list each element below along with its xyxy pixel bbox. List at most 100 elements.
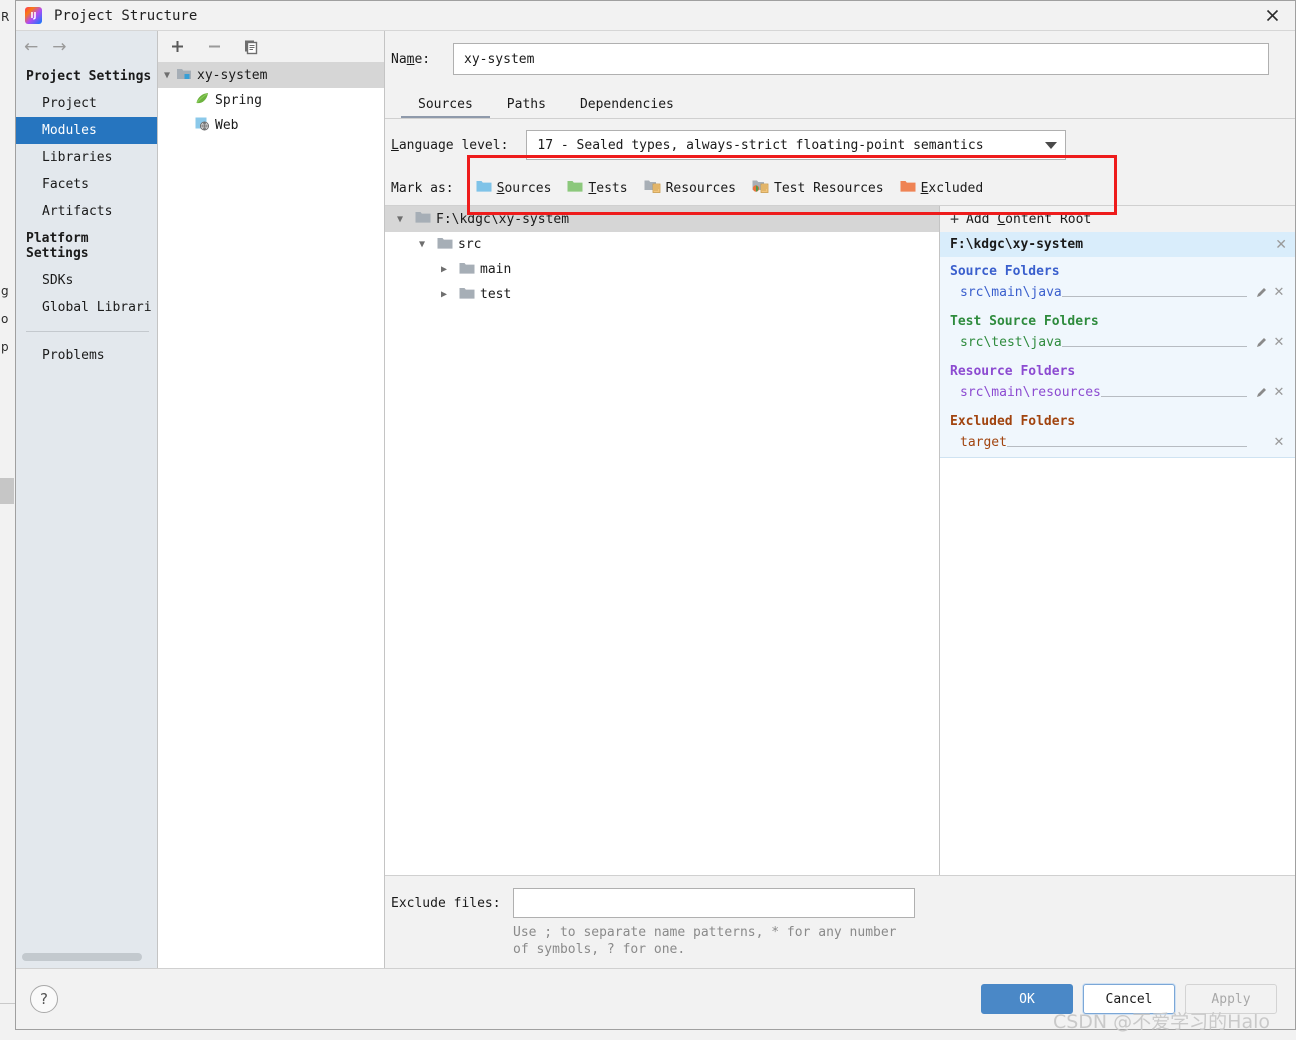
chevron-right-icon[interactable]: ▶: [435, 289, 453, 300]
root-section-source-folders: Source Folders src\main\java ✕: [940, 257, 1295, 307]
backdrop-letter: R: [1, 10, 10, 24]
source-tree-label: src: [458, 237, 482, 252]
chevron-down-icon[interactable]: ▼: [413, 239, 431, 250]
source-tree-label: main: [480, 262, 512, 277]
folder-icon: [437, 236, 453, 254]
mark-as-tests-label: Tests: [588, 180, 628, 196]
footer-button-group: OK Cancel Apply: [981, 984, 1277, 1014]
module-tree-row-web[interactable]: Web: [158, 113, 384, 138]
mark-as-test-resources-button[interactable]: Test Resources: [752, 179, 884, 197]
ide-vertical-scrollbar[interactable]: [0, 478, 14, 504]
entry-rule: [1100, 395, 1247, 397]
plus-icon: +: [950, 209, 960, 228]
entry-rule: [1061, 295, 1247, 297]
tabs-underline: [385, 118, 1295, 119]
source-tree-row-main[interactable]: ▶ main: [385, 257, 939, 282]
root-entry-path: src\main\java: [960, 284, 1062, 300]
source-tree-root-label: F:\kdgc\xy-system: [436, 211, 570, 227]
mark-as-excluded-button[interactable]: Excluded: [900, 179, 983, 197]
dialog-titlebar: Project Structure: [16, 1, 1295, 31]
arrow-left-icon[interactable]: ←: [24, 38, 38, 56]
source-tree-row-src[interactable]: ▼ src: [385, 232, 939, 257]
chevron-down-icon[interactable]: ▼: [158, 70, 176, 81]
sidebar-horizontal-scrollbar[interactable]: [22, 953, 142, 961]
root-entry: src\test\java ✕: [940, 331, 1295, 353]
backdrop-letter: o: [1, 312, 9, 326]
source-tree-row-test[interactable]: ▶ test: [385, 282, 939, 307]
pencil-icon[interactable]: [1253, 286, 1269, 299]
sidebar-item-modules[interactable]: Modules: [16, 117, 157, 144]
content-roots-pane: + Add Content Root F:\kdgc\xy-system ✕ S…: [940, 206, 1295, 875]
remove-content-root-icon[interactable]: ✕: [1275, 238, 1287, 252]
folder-icon: [459, 261, 475, 279]
ok-button[interactable]: OK: [981, 984, 1073, 1014]
remove-entry-icon[interactable]: ✕: [1271, 335, 1287, 350]
chevron-right-icon[interactable]: ▶: [435, 264, 453, 275]
cancel-button[interactable]: Cancel: [1083, 984, 1175, 1014]
root-section-test-source-folders: Test Source Folders src\test\java ✕: [940, 307, 1295, 357]
root-entry: src\main\java ✕: [940, 281, 1295, 303]
folder-icon: [459, 286, 475, 304]
sidebar-item-facets[interactable]: Facets: [16, 171, 157, 198]
language-level-value: 17 - Sealed types, always-strict floatin…: [537, 137, 984, 153]
content-root-header[interactable]: F:\kdgc\xy-system ✕: [940, 232, 1295, 257]
exclude-files-label: Exclude files:: [391, 895, 501, 911]
question-mark-icon[interactable]: ?: [30, 985, 58, 1013]
entry-rule: [1061, 345, 1247, 347]
module-tree-row-xy-system[interactable]: ▼ xy-system: [158, 63, 384, 88]
folder-resources-icon: [644, 179, 661, 197]
add-content-root-label: Add Content Root: [966, 211, 1092, 227]
tab-sources[interactable]: Sources: [401, 97, 490, 119]
root-section-title: Excluded Folders: [950, 414, 1076, 429]
plus-icon[interactable]: [167, 37, 187, 57]
mark-as-tests-button[interactable]: Tests: [567, 179, 628, 197]
sidebar-item-artifacts[interactable]: Artifacts: [16, 198, 157, 225]
sidebar-item-project[interactable]: Project: [16, 90, 157, 117]
pencil-icon[interactable]: [1253, 336, 1269, 349]
arrow-right-icon[interactable]: →: [52, 38, 66, 56]
sidebar-group-project-settings: Project Settings: [26, 69, 152, 84]
module-name-input[interactable]: xy-system: [453, 43, 1269, 75]
remove-entry-icon[interactable]: ✕: [1271, 285, 1287, 300]
copy-icon[interactable]: [241, 37, 261, 57]
folder-excluded-icon: [900, 179, 916, 197]
settings-sidebar: ← → Project Settings Project Modules Lib…: [16, 31, 158, 968]
entry-rule: [1006, 445, 1247, 447]
sidebar-item-libraries[interactable]: Libraries: [16, 144, 157, 171]
chevron-down-icon[interactable]: ▼: [391, 214, 409, 225]
root-section-resource-folders: Resource Folders src\main\resources ✕: [940, 357, 1295, 407]
folder-tests-icon: [567, 179, 583, 197]
tab-dependencies[interactable]: Dependencies: [563, 97, 691, 119]
module-tree[interactable]: ▼ xy-system Spring Web: [158, 63, 384, 968]
ide-left-toolwindow-strip: R g o p: [0, 0, 16, 1040]
root-entry: src\main\resources ✕: [940, 381, 1295, 403]
content-root-path: F:\kdgc\xy-system: [950, 237, 1084, 252]
root-entry-path: target: [960, 434, 1007, 450]
sidebar-item-global-libraries[interactable]: Global Librari: [16, 294, 157, 321]
sidebar-item-sdks[interactable]: SDKs: [16, 267, 157, 294]
source-tree-root-row[interactable]: ▼ F:\kdgc\xy-system: [385, 206, 939, 232]
source-folder-tree-pane: ▼ F:\kdgc\xy-system ▼ src ▶ main ▶ test: [385, 206, 940, 875]
mark-as-sources-button[interactable]: Sources: [476, 179, 551, 197]
remove-entry-icon[interactable]: ✕: [1271, 435, 1287, 450]
close-icon[interactable]: [1249, 1, 1295, 29]
module-name-label: Name:: [391, 51, 431, 67]
sidebar-group-platform-settings: Platform Settings: [26, 231, 89, 261]
language-level-label: Language level:: [391, 137, 509, 153]
module-tree-row-spring[interactable]: Spring: [158, 88, 384, 113]
sidebar-item-problems[interactable]: Problems: [16, 342, 157, 369]
pencil-icon[interactable]: [1253, 386, 1269, 399]
minus-icon[interactable]: [204, 37, 224, 57]
module-tabs: Sources Paths Dependencies: [385, 87, 1295, 119]
add-content-root-button[interactable]: + Add Content Root: [940, 206, 1295, 232]
tab-paths[interactable]: Paths: [490, 97, 563, 119]
module-tree-label: Spring: [215, 93, 262, 108]
remove-entry-icon[interactable]: ✕: [1271, 385, 1287, 400]
dialog-footer: ? OK Cancel Apply: [16, 968, 1295, 1029]
mark-as-resources-button[interactable]: Resources: [644, 179, 736, 197]
language-level-dropdown[interactable]: 17 - Sealed types, always-strict floatin…: [526, 130, 1067, 160]
exclude-files-input[interactable]: [513, 888, 915, 918]
dialog-title: Project Structure: [54, 7, 198, 24]
source-tree-label: test: [480, 287, 512, 302]
module-name-row: Name: xy-system: [385, 31, 1295, 87]
